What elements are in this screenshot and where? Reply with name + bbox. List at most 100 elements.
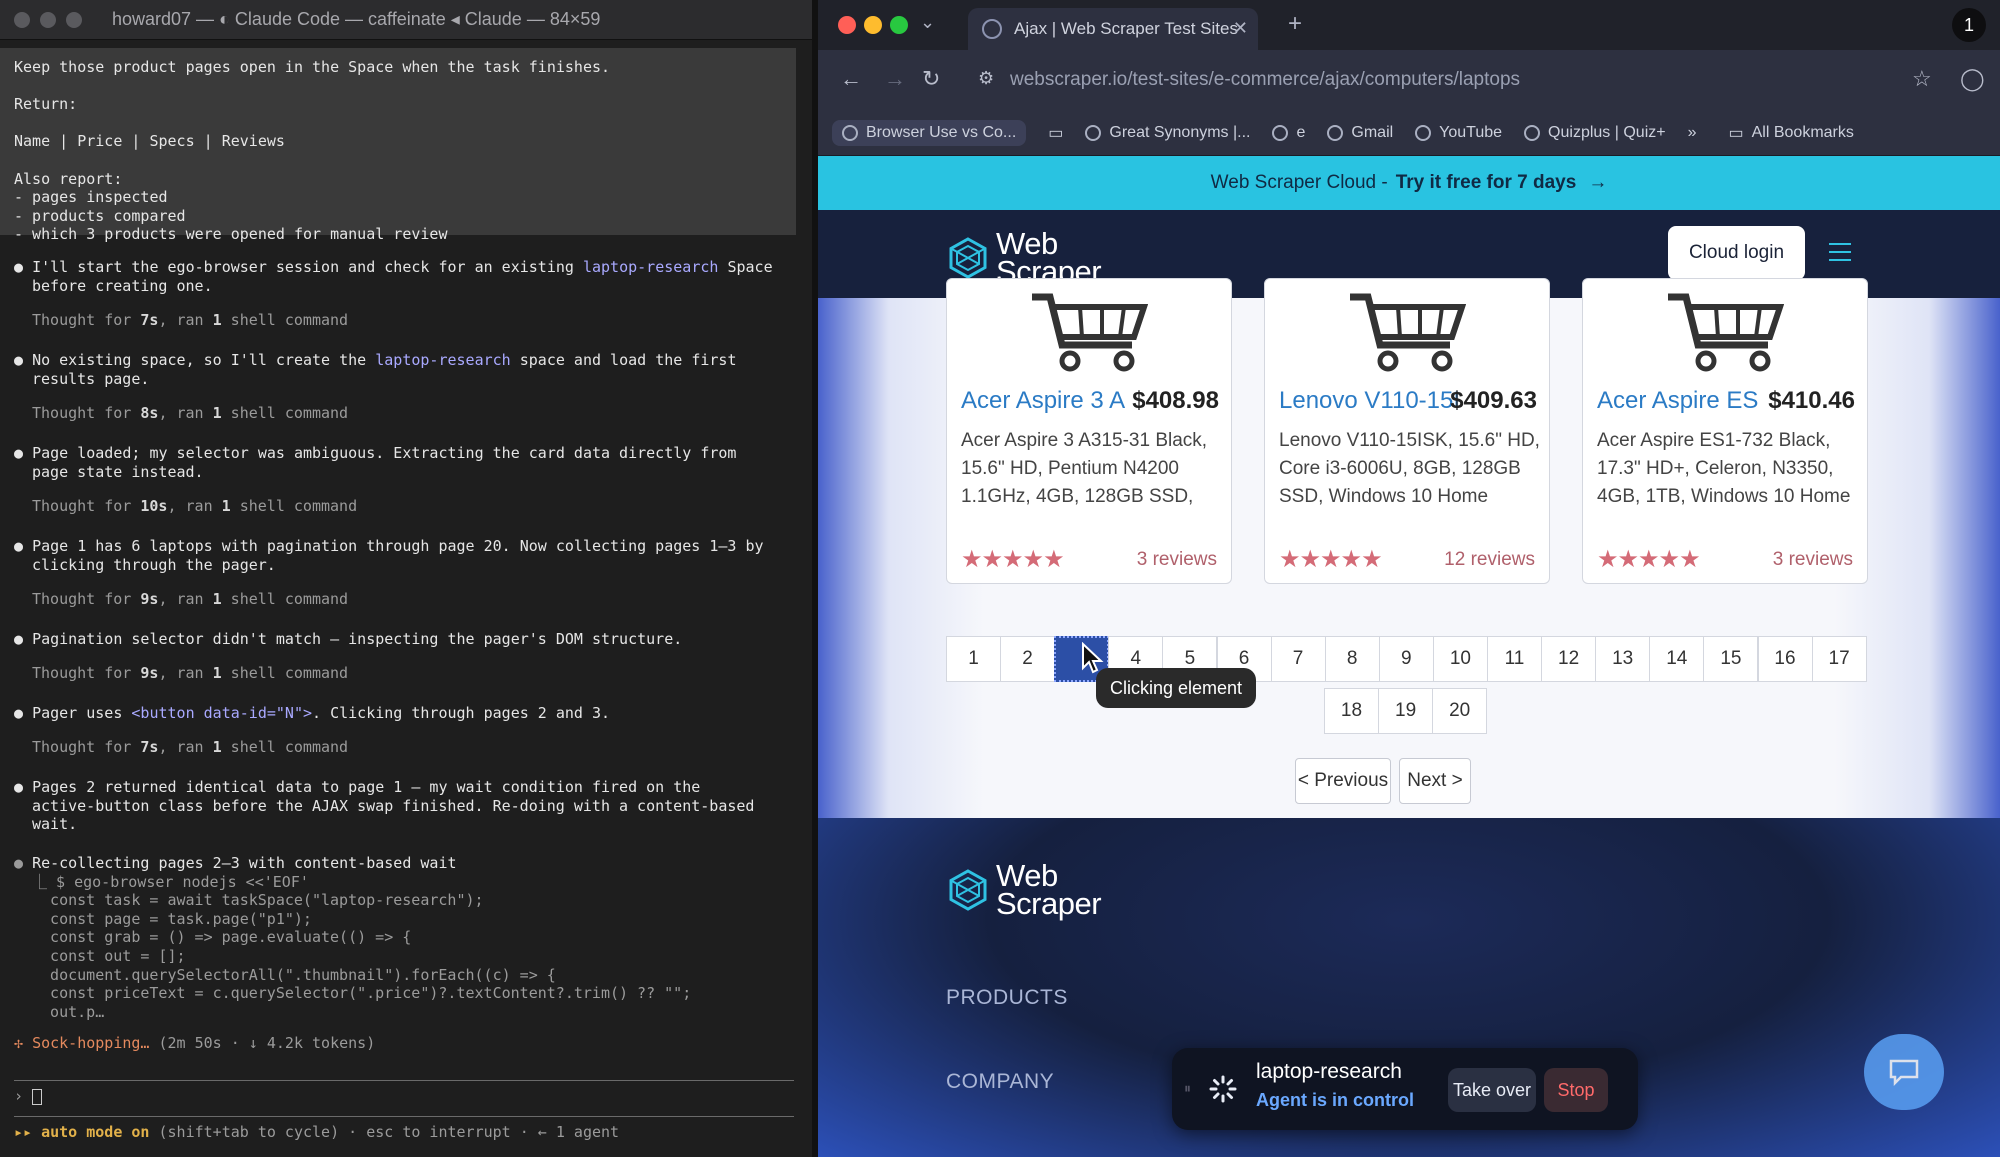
footer-logo[interactable]: Web Scraper xyxy=(946,860,1102,919)
terminal-titlebar: howard07 — ◐ Claude Code — caffeinate ◂ … xyxy=(0,0,812,40)
bookmark-star-icon[interactable]: ☆ xyxy=(1912,66,1932,92)
status-line: ✢ Sock-hopping… (2m 50s · ↓ 4.2k tokens) xyxy=(14,1034,376,1052)
input-line[interactable]: › xyxy=(14,1087,43,1106)
cloud-login-button[interactable]: Cloud login xyxy=(1668,226,1805,280)
assistant-message-cont: results page. xyxy=(32,369,150,388)
prompt-line: Return: xyxy=(14,95,78,114)
page-button-2[interactable]: 2 xyxy=(1000,636,1056,682)
page-button-18[interactable]: 18 xyxy=(1324,688,1379,734)
logo-icon xyxy=(949,869,987,911)
close-window-button[interactable] xyxy=(14,11,30,28)
close-window-button[interactable] xyxy=(838,16,856,34)
take-over-button[interactable]: Take over xyxy=(1448,1068,1536,1112)
page-button-12[interactable]: 12 xyxy=(1541,636,1597,682)
all-bookmarks-button[interactable]: ▭ All Bookmarks xyxy=(1729,123,1854,143)
minimize-window-button[interactable] xyxy=(40,11,56,28)
prompt-line: - which 3 products were opened for manua… xyxy=(14,225,448,244)
terminal-title: howard07 — ◐ Claude Code — caffeinate ◂ … xyxy=(112,9,601,29)
code-line: const out = []; xyxy=(32,946,186,965)
page-button-19[interactable]: 19 xyxy=(1378,688,1434,734)
page-button-14[interactable]: 14 xyxy=(1649,636,1705,682)
zoom-window-button[interactable] xyxy=(66,11,82,28)
folder-icon: ▭ xyxy=(1728,124,1744,142)
folder-icon[interactable]: ▭ xyxy=(1048,123,1063,143)
code-line: const page = task.page("p1"); xyxy=(32,909,312,928)
page-button-15[interactable]: 15 xyxy=(1703,636,1759,682)
reload-icon[interactable]: ↻ xyxy=(922,66,940,92)
product-title-link[interactable]: Acer Aspire ES xyxy=(1597,387,1758,415)
thinking-summary: Thought for 7s, ran 1 shell command xyxy=(32,738,349,756)
page-button-17[interactable]: 17 xyxy=(1811,636,1867,682)
review-count: 12 reviews xyxy=(1444,549,1535,570)
page-button-20[interactable]: 20 xyxy=(1432,688,1488,734)
page-button-13[interactable]: 13 xyxy=(1595,636,1651,682)
review-count: 3 reviews xyxy=(1772,549,1853,570)
page-button-8[interactable]: 8 xyxy=(1324,636,1380,682)
thinking-summary: Thought for 9s, ran 1 shell command xyxy=(32,664,349,682)
page-button-11[interactable]: 11 xyxy=(1487,636,1542,682)
input-divider xyxy=(14,1116,794,1117)
stop-button[interactable]: Stop xyxy=(1544,1068,1608,1112)
back-arrow-icon[interactable]: ← xyxy=(840,66,862,92)
assistant-message-cont: clicking through the pager. xyxy=(32,555,276,574)
address-bar[interactable]: ⚙ webscraper.io/test-sites/e-commerce/aj… xyxy=(968,58,1888,102)
page-button-16[interactable]: 16 xyxy=(1757,636,1813,682)
cart-icon xyxy=(1350,293,1466,372)
thinking-summary: Thought for 8s, ran 1 shell command xyxy=(32,404,349,422)
product-card: Lenovo V110-15I $409.63 Lenovo V110-15ISK,… xyxy=(1264,278,1550,584)
bookmark-item[interactable]: Great Synonyms |... xyxy=(1085,124,1250,142)
menu-icon[interactable] xyxy=(1818,230,1862,274)
profile-badge[interactable]: 1 xyxy=(1952,8,1986,42)
url-text: webscraper.io/test-sites/e-commerce/ajax… xyxy=(1010,69,1521,90)
terminal-body[interactable]: Keep those product pages open in the Spa… xyxy=(0,40,812,1157)
page-button-9[interactable]: 9 xyxy=(1378,636,1434,682)
tool-call-code: ⎿ $ ego-browser nodejs <<'EOF' const tas… xyxy=(32,873,691,1022)
action-tooltip: Clicking element xyxy=(1096,668,1257,708)
page-button-10[interactable]: 10 xyxy=(1432,636,1488,682)
product-price: $409.63 xyxy=(1450,387,1537,414)
bookmark-favicon-icon xyxy=(842,124,858,141)
prompt-line: - pages inspected xyxy=(14,188,168,207)
assistant-message-cont: page state instead. xyxy=(32,462,204,481)
bookmarks-bar: Browser Use vs Co... ▭ Great Synonyms |.… xyxy=(818,110,2000,156)
promo-banner[interactable]: Web Scraper Cloud - Try it free for 7 da… xyxy=(818,156,2000,210)
bookmark-item[interactable]: Quizplus | Quiz+ xyxy=(1524,124,1666,142)
bookmark-item[interactable]: Browser Use vs Co... xyxy=(832,119,1027,146)
product-listing: Acer Aspire 3 A $408.98 Acer Aspire 3 A315… xyxy=(818,278,2000,818)
forward-arrow-icon[interactable]: → xyxy=(884,66,906,92)
site-settings-icon[interactable]: ⚙ xyxy=(978,68,994,89)
drag-handle-icon[interactable]: ⏸ xyxy=(1184,1080,1191,1097)
account-icon[interactable]: ◯ xyxy=(1960,66,1985,92)
assistant-message: ● Page 1 has 6 laptops with pagination t… xyxy=(14,537,764,555)
bookmark-item[interactable]: YouTube xyxy=(1415,124,1502,142)
footer-products-heading[interactable]: PRODUCTS xyxy=(946,986,1068,1010)
product-title-link[interactable]: Lenovo V110-15I xyxy=(1279,387,1460,415)
arrow-right-icon: → xyxy=(1588,172,1608,193)
globe-icon xyxy=(982,19,1002,39)
bookmark-item[interactable]: Gmail xyxy=(1327,124,1393,142)
minimize-window-button[interactable] xyxy=(864,16,882,34)
previous-page-button[interactable]: < Previous xyxy=(1295,758,1391,804)
bookmark-favicon-icon xyxy=(1272,124,1289,141)
product-price: $410.46 xyxy=(1768,387,1855,414)
chat-widget-button[interactable] xyxy=(1864,1034,1944,1110)
bookmark-favicon-icon xyxy=(1524,124,1541,141)
next-page-button[interactable]: Next > xyxy=(1399,758,1471,804)
page-button-7[interactable]: 7 xyxy=(1270,636,1326,682)
zoom-window-button[interactable] xyxy=(890,16,908,34)
bookmarks-overflow-button[interactable]: » xyxy=(1688,124,1697,142)
rating-stars: ★★★★★ xyxy=(1279,546,1383,573)
tab-search-chevron-icon[interactable]: ⌄ xyxy=(920,12,935,33)
assistant-message-cont: before creating one. xyxy=(32,276,213,295)
tab-active[interactable]: Ajax | Web Scraper Test Sites ✕ xyxy=(968,8,1258,50)
new-tab-button[interactable]: + xyxy=(1288,10,1302,38)
assistant-message: ● Page loaded; my selector was ambiguous… xyxy=(14,444,737,462)
code-line: const task = await taskSpace("laptop-res… xyxy=(32,891,484,910)
product-title-link[interactable]: Acer Aspire 3 A xyxy=(961,387,1125,415)
page-button-1[interactable]: 1 xyxy=(946,636,1001,682)
cart-icon xyxy=(1668,293,1784,372)
tab-close-icon[interactable]: ✕ xyxy=(1233,18,1248,39)
promo-link[interactable]: Try it free for 7 days xyxy=(1396,172,1577,194)
footer-company-heading[interactable]: COMPANY xyxy=(946,1070,1054,1094)
bookmark-item[interactable]: e xyxy=(1272,124,1305,142)
